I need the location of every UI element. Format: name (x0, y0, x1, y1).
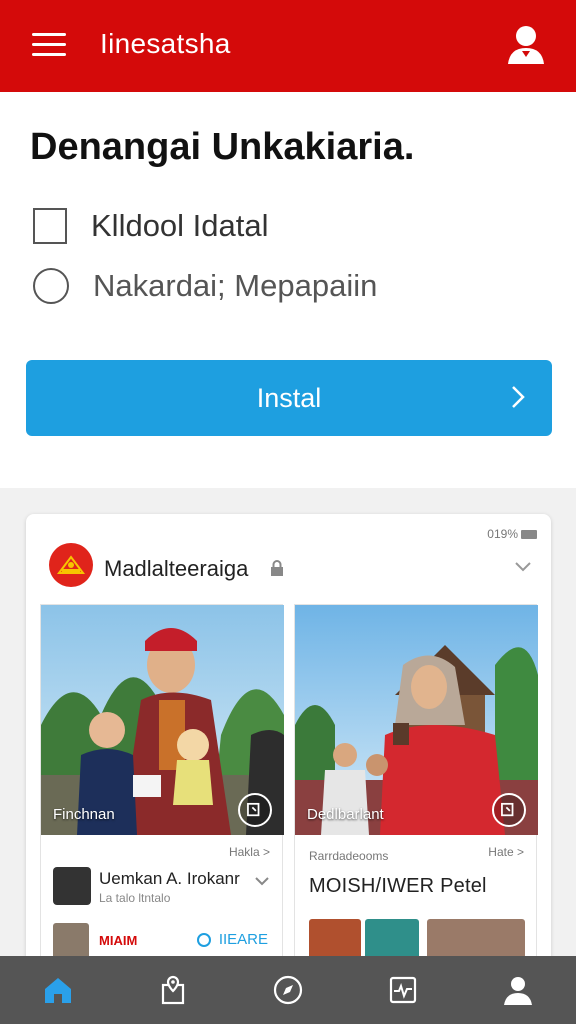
install-button[interactable]: Instal (26, 360, 552, 436)
avatar[interactable] (53, 923, 89, 959)
checkbox[interactable] (33, 208, 67, 244)
thumbnail-image[interactable] (427, 919, 525, 959)
home-icon (44, 978, 71, 1003)
radio-label: Nakardai; Mepapaiin (93, 268, 378, 303)
radio-button[interactable] (33, 268, 69, 304)
option-checkbox-row[interactable]: Klldool Idatal (33, 208, 269, 244)
avatar[interactable] (53, 867, 91, 905)
install-button-label: Instal (256, 383, 322, 413)
post-headline[interactable]: MOISH/IWER Petel (309, 875, 487, 898)
activity-icon (390, 976, 417, 1004)
post-photo[interactable]: Dedlbarlant (295, 605, 538, 835)
battery-icon (521, 529, 537, 539)
map-pin-icon (161, 975, 184, 1005)
thumbnail-image[interactable] (365, 919, 419, 959)
thumbnail-image[interactable] (309, 919, 361, 959)
battery-status: 019% (487, 527, 537, 541)
poster-name[interactable]: Uemkan A. Irokanr (99, 869, 240, 889)
nav-map[interactable] (115, 956, 230, 1024)
more-link[interactable]: IIEARE (196, 931, 268, 948)
install-panel: Denangai Unkakiaria. Klldool Idatal Naka… (0, 92, 576, 488)
post-card[interactable]: Dedlbarlant Rarrdadeooms Hate > MOISH/IW… (294, 604, 538, 974)
user-icon[interactable] (506, 24, 546, 66)
app-title: Iinesatsha (100, 28, 231, 59)
bottom-navigation (0, 956, 576, 1024)
nav-profile[interactable] (461, 956, 576, 1024)
top-app-bar: Iinesatsha (0, 0, 576, 92)
poster-subtitle: La talo ltntalo (99, 891, 171, 905)
nav-home[interactable] (0, 956, 115, 1024)
page-logo[interactable] (49, 543, 93, 587)
battery-percent: 019% (487, 527, 518, 541)
post-meta[interactable]: Hakla > (229, 845, 270, 859)
hamburger-menu-icon[interactable] (32, 33, 66, 57)
post-photo[interactable]: Finchnan (41, 605, 284, 835)
compass-icon (273, 975, 303, 1005)
page-name[interactable]: Madlalteeraiga (104, 556, 248, 582)
user-icon (504, 977, 533, 1005)
chevron-down-icon[interactable] (513, 560, 533, 574)
photo-caption: Dedlbarlant (307, 806, 384, 823)
search-icon (196, 932, 211, 947)
chevron-right-icon (512, 386, 525, 408)
tag-label: MIAIM (99, 933, 138, 948)
more-link-label: IIEARE (218, 931, 268, 948)
lock-icon (271, 560, 283, 576)
feed-card: 019% Madlalteeraiga Finchnan Hakla > Uem… (26, 514, 551, 974)
photo-caption: Finchnan (53, 806, 115, 823)
page-headline: Denangai Unkakiaria. (30, 126, 415, 168)
nav-explore[interactable] (230, 956, 345, 1024)
photo-action-icon[interactable] (238, 793, 272, 827)
option-radio-row[interactable]: Nakardai; Mepapaiin (33, 268, 377, 304)
post-meta: Rarrdadeooms (309, 849, 389, 863)
post-meta-link[interactable]: Hate > (488, 845, 524, 859)
checkbox-label: Klldool Idatal (91, 208, 269, 243)
nav-activity[interactable] (346, 956, 461, 1024)
post-card[interactable]: Finchnan Hakla > Uemkan A. Irokanr La ta… (40, 604, 284, 974)
chevron-down-icon[interactable] (254, 875, 270, 887)
photo-action-icon[interactable] (492, 793, 526, 827)
